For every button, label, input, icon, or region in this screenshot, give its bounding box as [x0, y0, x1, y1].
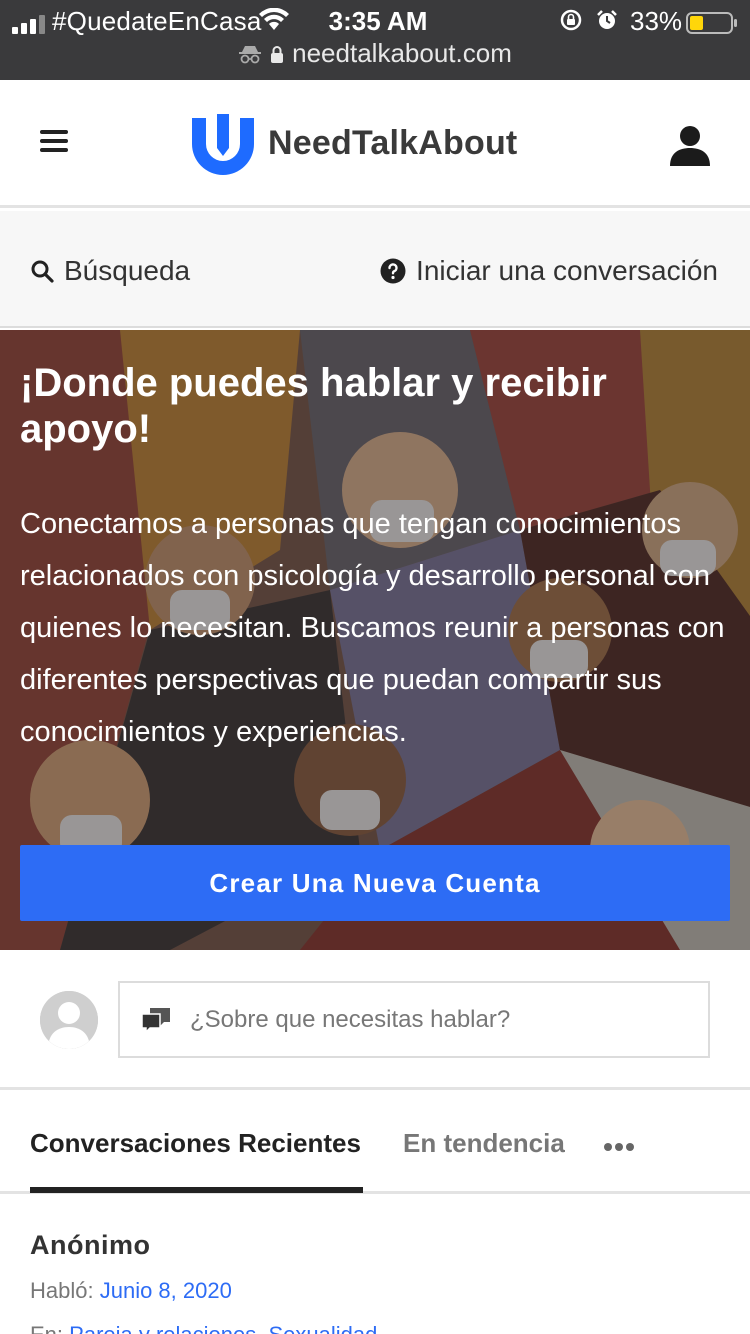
composer-placeholder: ¿Sobre que necesitas hablar? [190, 1005, 511, 1033]
default-avatar-icon [40, 991, 98, 1049]
battery-icon [686, 12, 737, 34]
create-account-button[interactable]: Crear Una Nueva Cuenta [20, 845, 730, 921]
chat-bubbles-icon [141, 1007, 170, 1034]
url-text: needtalkabout.com [292, 38, 512, 68]
lock-icon [271, 46, 284, 63]
active-tab-indicator [30, 1187, 363, 1193]
post-categories: En: Pareja y relaciones, Sexualidad [30, 1322, 377, 1334]
post-in-label: En: [30, 1322, 63, 1334]
brand-name[interactable]: NeedTalkAbout [268, 124, 517, 163]
post-author: Anónimo [30, 1230, 151, 1260]
more-options-icon[interactable] [604, 1138, 638, 1151]
site-header: NeedTalkAbout [0, 80, 750, 208]
search-icon [31, 260, 54, 283]
composer-input[interactable]: ¿Sobre que necesitas hablar? [118, 981, 710, 1058]
alarm-icon [597, 10, 617, 29]
post-spoke-label: Habló: [30, 1278, 94, 1303]
hamburger-menu-icon[interactable] [40, 130, 68, 152]
avatar[interactable] [40, 991, 98, 1049]
post-category-link[interactable]: Pareja y relaciones, Sexualidad [69, 1322, 377, 1334]
incognito-icon [239, 46, 262, 64]
status-bar: #QuedateEnCasa 3:35 AM 33% needtalkabout… [0, 0, 750, 80]
tab-trending[interactable]: En tendencia [403, 1128, 565, 1159]
address-bar[interactable]: needtalkabout.com [0, 38, 750, 70]
battery-percent: 33% [630, 6, 683, 36]
search-link[interactable]: Búsqueda [30, 255, 190, 287]
conversation-tabs: Conversaciones Recientes En tendencia [0, 1090, 750, 1194]
hero-description: Conectamos a personas que tengan conocim… [20, 508, 725, 748]
question-circle-icon [380, 258, 406, 284]
post-date-link[interactable]: Junio 8, 2020 [100, 1278, 232, 1303]
secondary-nav: Búsqueda Iniciar una conversación [0, 211, 750, 328]
start-conversation-label: Iniciar una conversación [416, 255, 718, 286]
logo-icon[interactable] [190, 114, 256, 178]
rotation-lock-icon [560, 9, 582, 31]
post-meta: Habló: Junio 8, 2020 [30, 1278, 232, 1304]
conversation-item[interactable]: Anónimo Habló: Junio 8, 2020 En: Pareja … [0, 1196, 750, 1334]
search-label: Búsqueda [64, 255, 191, 286]
user-icon[interactable] [668, 124, 712, 166]
status-row: #QuedateEnCasa 3:35 AM 33% [0, 4, 750, 40]
hero-banner: ¡Donde puedes hablar y recibir apoyo! Co… [0, 330, 750, 950]
start-conversation-link[interactable]: Iniciar una conversación [380, 255, 718, 287]
tab-recent-conversations[interactable]: Conversaciones Recientes [30, 1128, 361, 1159]
hero-title: ¡Donde puedes hablar y recibir apoyo! [20, 361, 607, 451]
conversation-composer: ¿Sobre que necesitas hablar? [0, 950, 750, 1090]
